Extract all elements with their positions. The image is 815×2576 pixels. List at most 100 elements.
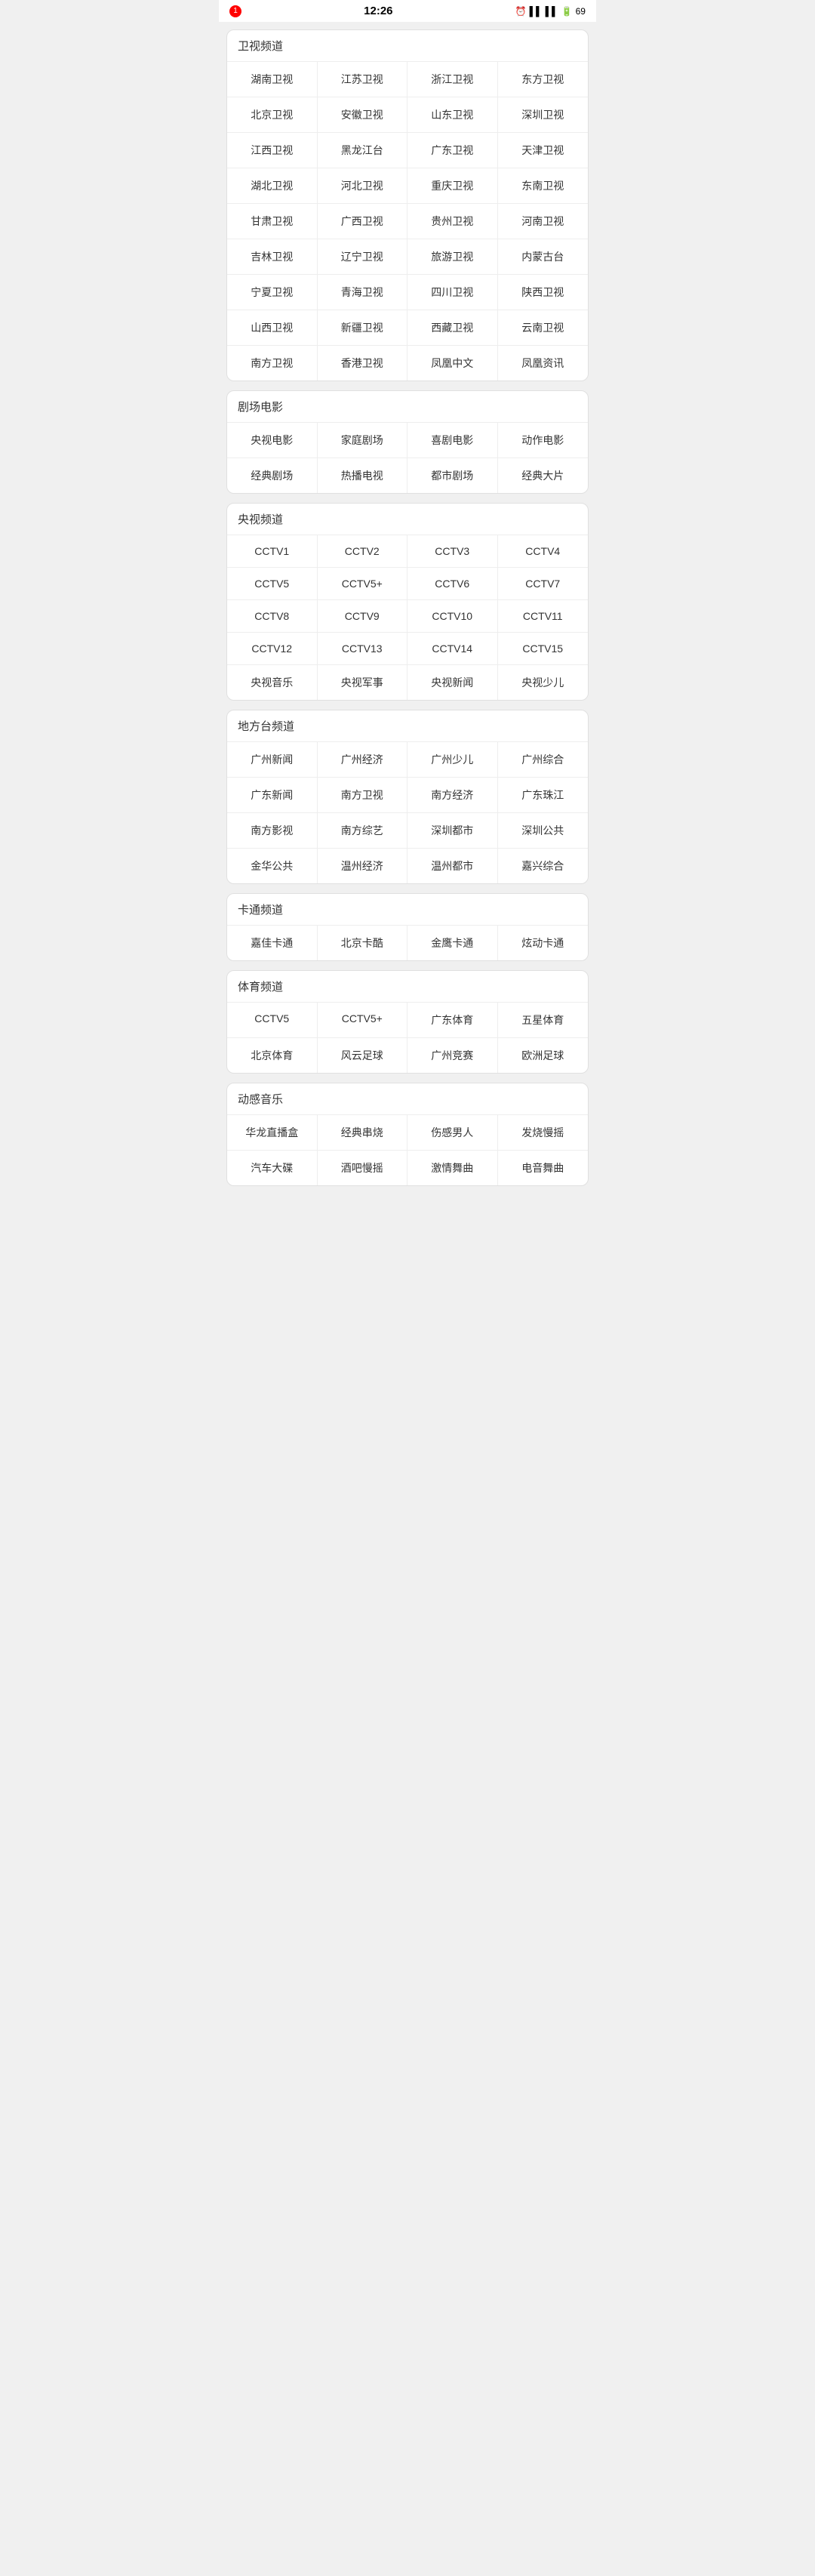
channel-cell[interactable]: 汽车大碟 bbox=[227, 1151, 318, 1185]
channel-cell[interactable]: 广西卫视 bbox=[318, 204, 408, 239]
channel-cell[interactable]: CCTV13 bbox=[318, 633, 408, 665]
channel-cell[interactable]: 东南卫视 bbox=[498, 168, 589, 204]
channel-cell[interactable]: CCTV5+ bbox=[318, 568, 408, 600]
channel-cell[interactable]: 东方卫视 bbox=[498, 62, 589, 97]
channel-cell[interactable]: 凤凰资讯 bbox=[498, 346, 589, 381]
channel-cell[interactable]: 都市剧场 bbox=[408, 458, 498, 493]
channel-cell[interactable]: CCTV15 bbox=[498, 633, 589, 665]
channel-cell[interactable]: CCTV8 bbox=[227, 600, 318, 633]
channel-cell[interactable]: 天津卫视 bbox=[498, 133, 589, 168]
channel-cell[interactable]: 广东卫视 bbox=[408, 133, 498, 168]
channel-cell[interactable]: 江西卫视 bbox=[227, 133, 318, 168]
channel-cell[interactable]: 央视少儿 bbox=[498, 665, 589, 700]
channel-cell[interactable]: 深圳卫视 bbox=[498, 97, 589, 133]
channel-cell[interactable]: 河南卫视 bbox=[498, 204, 589, 239]
channel-cell[interactable]: 凤凰中文 bbox=[408, 346, 498, 381]
channel-cell[interactable]: 央视新闻 bbox=[408, 665, 498, 700]
channel-cell[interactable]: 激情舞曲 bbox=[408, 1151, 498, 1185]
channel-cell[interactable]: 央视电影 bbox=[227, 423, 318, 458]
channel-cell[interactable]: 温州都市 bbox=[408, 849, 498, 883]
channel-cell[interactable]: CCTV11 bbox=[498, 600, 589, 633]
channel-cell[interactable]: CCTV3 bbox=[408, 535, 498, 568]
channel-cell[interactable]: 欧洲足球 bbox=[498, 1038, 589, 1073]
channel-cell[interactable]: 广州竞赛 bbox=[408, 1038, 498, 1073]
channel-cell[interactable]: 南方卫视 bbox=[318, 778, 408, 813]
channel-cell[interactable]: 辽宁卫视 bbox=[318, 239, 408, 275]
channel-cell[interactable]: CCTV5+ bbox=[318, 1003, 408, 1038]
channel-cell[interactable]: CCTV14 bbox=[408, 633, 498, 665]
channel-cell[interactable]: 华龙直播盒 bbox=[227, 1115, 318, 1151]
channel-cell[interactable]: 内蒙古台 bbox=[498, 239, 589, 275]
channel-cell[interactable]: 江苏卫视 bbox=[318, 62, 408, 97]
channel-cell[interactable]: 嘉佳卡通 bbox=[227, 926, 318, 960]
channel-cell[interactable]: 南方经济 bbox=[408, 778, 498, 813]
channel-cell[interactable]: 新疆卫视 bbox=[318, 310, 408, 346]
channel-cell[interactable]: 炫动卡通 bbox=[498, 926, 589, 960]
channel-cell[interactable]: 央视音乐 bbox=[227, 665, 318, 700]
channel-cell[interactable]: 湖南卫视 bbox=[227, 62, 318, 97]
channel-cell[interactable]: 嘉兴综合 bbox=[498, 849, 589, 883]
channel-cell[interactable]: CCTV1 bbox=[227, 535, 318, 568]
channel-cell[interactable]: 吉林卫视 bbox=[227, 239, 318, 275]
channel-cell[interactable]: 广东体育 bbox=[408, 1003, 498, 1038]
channel-cell[interactable]: 喜剧电影 bbox=[408, 423, 498, 458]
channel-cell[interactable]: 南方影视 bbox=[227, 813, 318, 849]
channel-cell[interactable]: 北京卫视 bbox=[227, 97, 318, 133]
channel-cell[interactable]: 西藏卫视 bbox=[408, 310, 498, 346]
channel-cell[interactable]: 酒吧慢摇 bbox=[318, 1151, 408, 1185]
channel-cell[interactable]: 山东卫视 bbox=[408, 97, 498, 133]
channel-cell[interactable]: 宁夏卫视 bbox=[227, 275, 318, 310]
channel-cell[interactable]: 广州新闻 bbox=[227, 742, 318, 778]
channel-cell[interactable]: 温州经济 bbox=[318, 849, 408, 883]
channel-cell[interactable]: 青海卫视 bbox=[318, 275, 408, 310]
channel-cell[interactable]: 广州综合 bbox=[498, 742, 589, 778]
channel-cell[interactable]: 安徽卫视 bbox=[318, 97, 408, 133]
channel-cell[interactable]: CCTV7 bbox=[498, 568, 589, 600]
channel-cell[interactable]: 广州经济 bbox=[318, 742, 408, 778]
channel-cell[interactable]: 广州少儿 bbox=[408, 742, 498, 778]
channel-cell[interactable]: 经典剧场 bbox=[227, 458, 318, 493]
channel-cell[interactable]: 北京体育 bbox=[227, 1038, 318, 1073]
channel-cell[interactable]: 贵州卫视 bbox=[408, 204, 498, 239]
channel-cell[interactable]: CCTV9 bbox=[318, 600, 408, 633]
channel-cell[interactable]: 经典串烧 bbox=[318, 1115, 408, 1151]
channel-cell[interactable]: 浙江卫视 bbox=[408, 62, 498, 97]
channel-cell[interactable]: 金鹰卡通 bbox=[408, 926, 498, 960]
channel-cell[interactable]: 电音舞曲 bbox=[498, 1151, 589, 1185]
channel-cell[interactable]: 五星体育 bbox=[498, 1003, 589, 1038]
channel-cell[interactable]: 广东珠江 bbox=[498, 778, 589, 813]
channel-cell[interactable]: 经典大片 bbox=[498, 458, 589, 493]
channel-cell[interactable]: 四川卫视 bbox=[408, 275, 498, 310]
channel-cell[interactable]: 山西卫视 bbox=[227, 310, 318, 346]
channel-cell[interactable]: 风云足球 bbox=[318, 1038, 408, 1073]
channel-cell[interactable]: 南方综艺 bbox=[318, 813, 408, 849]
channel-cell[interactable]: 动作电影 bbox=[498, 423, 589, 458]
channel-cell[interactable]: 伤感男人 bbox=[408, 1115, 498, 1151]
channel-cell[interactable]: 央视军事 bbox=[318, 665, 408, 700]
channel-cell[interactable]: CCTV5 bbox=[227, 568, 318, 600]
channel-cell[interactable]: 陕西卫视 bbox=[498, 275, 589, 310]
channel-cell[interactable]: CCTV2 bbox=[318, 535, 408, 568]
channel-cell[interactable]: CCTV6 bbox=[408, 568, 498, 600]
channel-cell[interactable]: 香港卫视 bbox=[318, 346, 408, 381]
channel-cell[interactable]: 甘肃卫视 bbox=[227, 204, 318, 239]
channel-cell[interactable]: 发烧慢摇 bbox=[498, 1115, 589, 1151]
channel-cell[interactable]: 深圳公共 bbox=[498, 813, 589, 849]
channel-cell[interactable]: 旅游卫视 bbox=[408, 239, 498, 275]
channel-cell[interactable]: 河北卫视 bbox=[318, 168, 408, 204]
channel-cell[interactable]: 家庭剧场 bbox=[318, 423, 408, 458]
channel-cell[interactable]: 云南卫视 bbox=[498, 310, 589, 346]
channel-cell[interactable]: 黑龙江台 bbox=[318, 133, 408, 168]
channel-cell[interactable]: 重庆卫视 bbox=[408, 168, 498, 204]
channel-cell[interactable]: 湖北卫视 bbox=[227, 168, 318, 204]
channel-cell[interactable]: 深圳都市 bbox=[408, 813, 498, 849]
channel-cell[interactable]: 北京卡酷 bbox=[318, 926, 408, 960]
channel-cell[interactable]: CCTV10 bbox=[408, 600, 498, 633]
channel-cell[interactable]: 南方卫视 bbox=[227, 346, 318, 381]
channel-cell[interactable]: CCTV4 bbox=[498, 535, 589, 568]
channel-cell[interactable]: CCTV5 bbox=[227, 1003, 318, 1038]
channel-cell[interactable]: 广东新闻 bbox=[227, 778, 318, 813]
channel-cell[interactable]: 金华公共 bbox=[227, 849, 318, 883]
channel-cell[interactable]: 热播电视 bbox=[318, 458, 408, 493]
channel-cell[interactable]: CCTV12 bbox=[227, 633, 318, 665]
